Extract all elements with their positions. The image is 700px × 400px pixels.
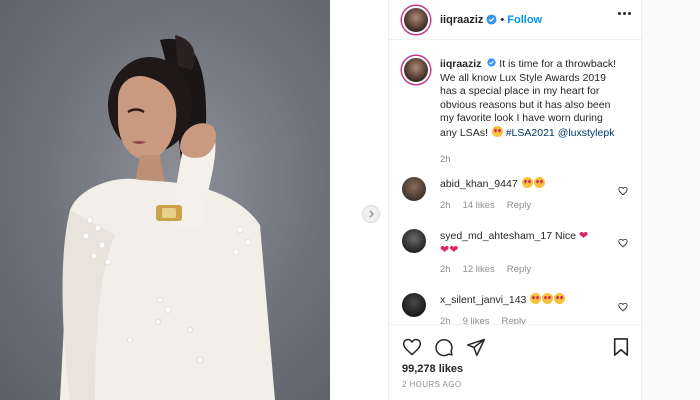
heart-eyes-emoji-icon: [521, 177, 533, 188]
header-separator: •: [500, 13, 505, 26]
heart-icon[interactable]: [618, 299, 628, 317]
post-header: iiqraaziz • Follow: [389, 0, 643, 40]
comment-time[interactable]: 2h: [440, 200, 451, 211]
caption-text: iiqraaziz It is time for a throwback! We…: [440, 58, 636, 140]
heart-eyes-emoji-icon: [542, 293, 554, 304]
post-actions: 99,278 likes 2 HOURS AGO: [389, 324, 643, 400]
post-date[interactable]: 2 HOURS AGO: [402, 380, 462, 389]
comment-likes[interactable]: 14 likes: [463, 200, 495, 211]
caption-username[interactable]: iiqraaziz: [440, 58, 481, 70]
commenter-avatar[interactable]: [402, 293, 426, 317]
post-photo-illustration: [60, 35, 275, 400]
post-panel: iiqraaziz • Follow iiqraaziz It is time …: [388, 0, 643, 400]
caption-line: obvious reasons but it has also been: [440, 98, 611, 111]
reply-button[interactable]: Reply: [507, 200, 531, 211]
like-heart-icon[interactable]: [402, 337, 422, 362]
author-avatar[interactable]: [402, 5, 430, 34]
red-heart-emoji-icon: ❤: [440, 244, 450, 256]
heart-icon[interactable]: [618, 235, 628, 253]
caption-time[interactable]: 2h: [440, 154, 636, 165]
heart-eyes-emoji-icon: [533, 177, 545, 188]
caption-line: We all know Lux Style Awards 2019: [440, 71, 606, 84]
author-username[interactable]: iiqraaziz: [440, 14, 483, 26]
caption-line: my favorite look I have worn during: [440, 112, 603, 124]
bookmark-icon[interactable]: [612, 337, 630, 362]
chevron-right-icon: [369, 210, 374, 218]
heart-eyes-emoji-icon: [530, 293, 542, 304]
carousel-next-button[interactable]: [362, 205, 380, 223]
comment-likes[interactable]: 12 likes: [463, 264, 495, 275]
commenter-username[interactable]: x_silent_janvi_143: [440, 294, 526, 306]
carousel-gutter: [330, 0, 388, 400]
verified-badge-icon: [487, 58, 496, 67]
follow-button[interactable]: Follow: [507, 14, 542, 26]
post-image[interactable]: [0, 0, 330, 400]
comment-time[interactable]: 2h: [440, 316, 451, 324]
heart-eyes-emoji-icon: [491, 125, 503, 137]
page-gutter: [642, 0, 700, 400]
comments-list[interactable]: iiqraaziz It is time for a throwback! We…: [389, 41, 643, 324]
caption-line: It is time for a throwback!: [499, 58, 616, 70]
likes-count[interactable]: 99,278 likes: [402, 363, 463, 375]
commenter-username[interactable]: abid_khan_9447: [440, 178, 518, 190]
red-heart-emoji-icon: ❤: [449, 244, 459, 256]
comment-text: Nice: [555, 230, 577, 242]
comment-time[interactable]: 2h: [440, 264, 451, 275]
comment-likes[interactable]: 9 likes: [463, 316, 490, 324]
caption-avatar[interactable]: [402, 56, 430, 84]
commenter-username[interactable]: syed_md_ahtesham_17: [440, 230, 552, 242]
comment-icon[interactable]: [434, 337, 454, 362]
commenter-avatar[interactable]: [402, 229, 426, 253]
hashtag-link[interactable]: #LSA2021: [506, 127, 555, 139]
reply-button[interactable]: Reply: [507, 264, 531, 275]
share-icon[interactable]: [466, 337, 486, 362]
mention-link[interactable]: @luxstylepk: [558, 127, 615, 139]
reply-button[interactable]: Reply: [502, 316, 526, 324]
heart-eyes-emoji-icon: [554, 293, 566, 304]
verified-badge-icon: [486, 14, 497, 25]
red-heart-emoji-icon: ❤: [578, 230, 589, 242]
heart-icon[interactable]: [618, 183, 628, 201]
caption-line: has a special place in my heart for: [440, 85, 600, 97]
caption-line: any LSAs!: [440, 126, 488, 139]
commenter-avatar[interactable]: [402, 177, 426, 201]
more-options-icon[interactable]: [618, 12, 631, 15]
